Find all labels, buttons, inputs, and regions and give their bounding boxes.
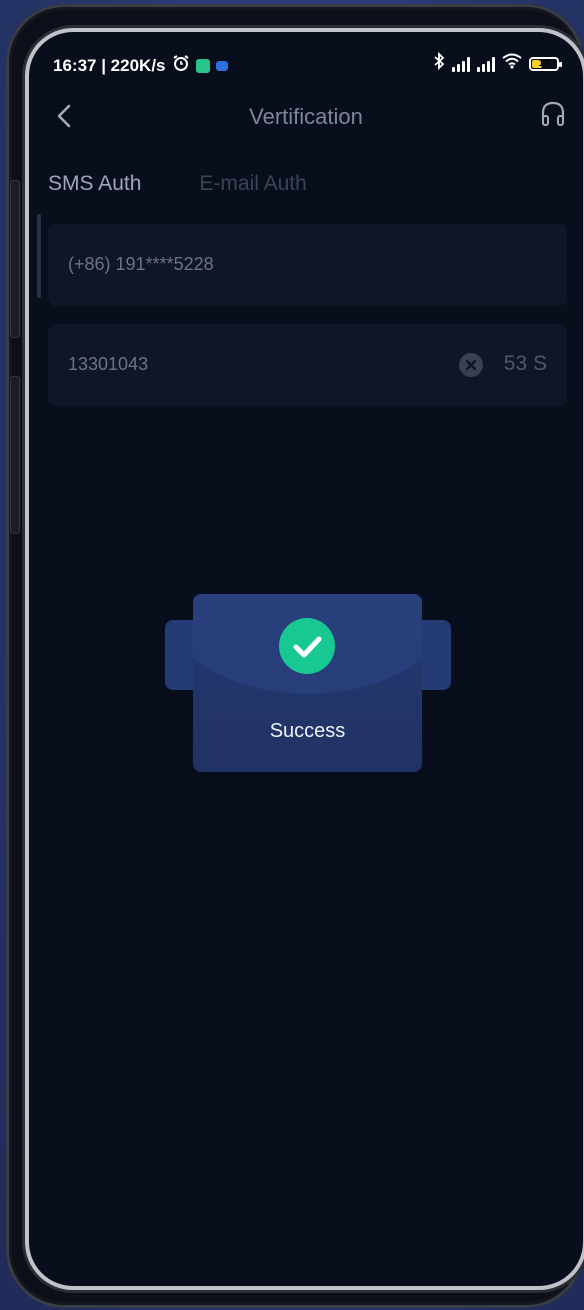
close-icon: [465, 359, 477, 371]
phone-number-value: (+86) 191****5228: [68, 254, 214, 274]
verification-code-value: 13301043: [68, 354, 149, 374]
support-button[interactable]: [537, 98, 569, 130]
scroll-indicator: [37, 214, 41, 298]
auth-tabs: SMS Auth E-mail Auth: [48, 172, 307, 196]
alarm-icon: [172, 54, 190, 77]
clear-button[interactable]: [459, 353, 483, 377]
wifi-icon: [502, 53, 522, 74]
phone-frame: 16:37 | 220K/s 17 Vertification SMS Auth…: [6, 4, 584, 1308]
app-icon: [195, 58, 210, 73]
resend-countdown: 53 S: [503, 352, 547, 375]
verification-code-field[interactable]: 13301043 53 S: [48, 324, 567, 406]
bluetooth-icon: [433, 51, 445, 75]
toast-message: Success: [269, 720, 346, 742]
battery-level: 17: [538, 58, 550, 69]
tab-email-auth[interactable]: E-mail Auth: [199, 172, 306, 196]
status-bar: 16:37 | 220K/s 17: [29, 32, 583, 94]
status-left: 16:37 | 220K/s: [53, 54, 228, 77]
phone-number-field[interactable]: (+86) 191****5228: [48, 224, 567, 306]
signal-icon: [477, 56, 495, 72]
status-right: 17: [433, 51, 562, 75]
status-time: 16:37 | 220K/s: [53, 55, 166, 75]
side-button: [10, 180, 20, 338]
success-toast: Success: [193, 594, 422, 772]
side-button: [10, 376, 20, 534]
signal-icon: [452, 56, 470, 72]
nav-bar: Vertification: [29, 92, 583, 142]
app-icon: [215, 60, 228, 71]
headset-icon: [541, 101, 565, 126]
phone-screen: 16:37 | 220K/s 17 Vertification SMS Auth…: [29, 32, 583, 1286]
tab-sms-auth[interactable]: SMS Auth: [48, 172, 141, 196]
check-icon: [279, 618, 335, 674]
page-title: Vertification: [249, 104, 363, 129]
battery-icon: 17: [529, 56, 562, 71]
